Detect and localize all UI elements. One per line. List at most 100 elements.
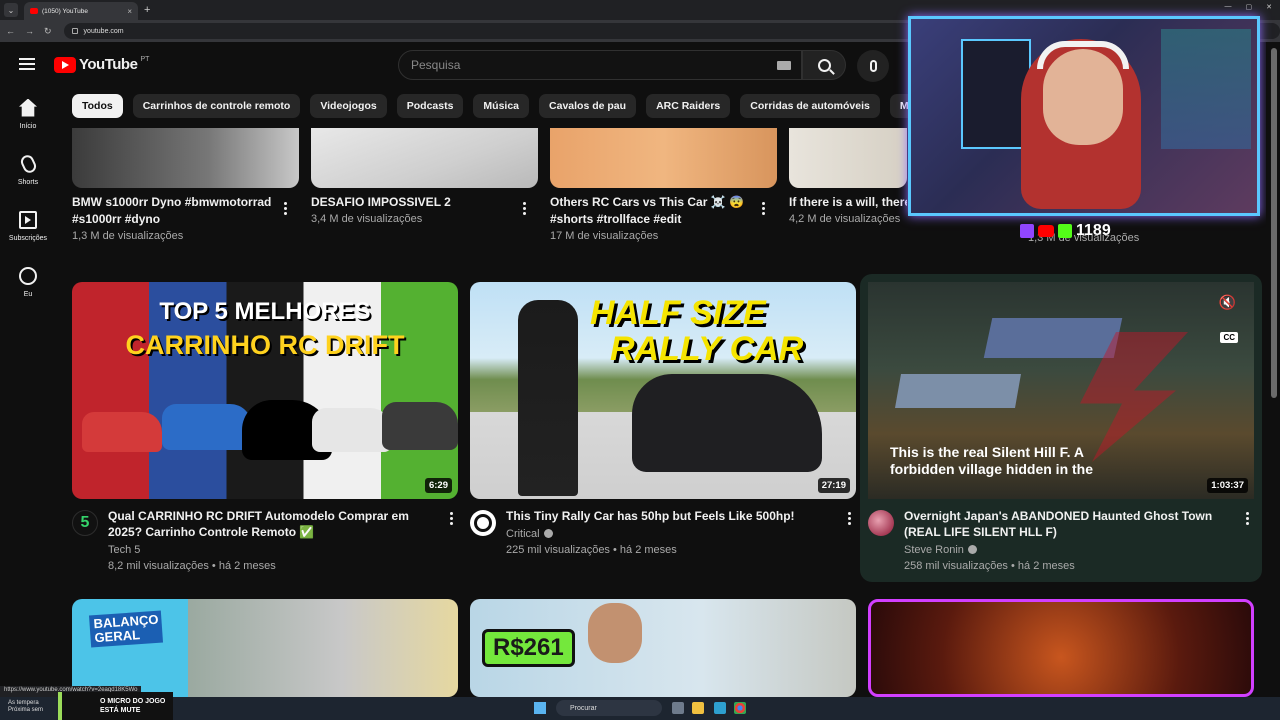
sidebar-item-home[interactable]: Início <box>0 86 56 142</box>
site-info-icon[interactable] <box>71 28 78 34</box>
window-controls: — ▢ ✕ <box>1225 3 1273 11</box>
video-duration: 1:03:37 <box>1207 478 1248 493</box>
video-meta: 258 mil visualizações • há 2 meses <box>904 560 1075 572</box>
sidebar-item-shorts[interactable]: Shorts <box>0 142 56 198</box>
video-thumbnail[interactable]: BALANÇO GERAL <box>72 599 458 697</box>
thumbnail-headline: BALANÇO GERAL <box>88 610 164 648</box>
menu-icon[interactable] <box>19 58 35 70</box>
browser-tab[interactable]: (1050) YouTube × <box>24 2 138 20</box>
channel-name[interactable]: Tech 5 <box>108 544 140 556</box>
view-counter: 1189 <box>1020 222 1111 240</box>
channel-avatar[interactable] <box>868 510 894 536</box>
search-button[interactable] <box>802 50 846 80</box>
short-card[interactable]: DESAFIO IMPOSSIVEL 2 3,4 M de visualizaç… <box>311 128 538 225</box>
channel-name[interactable]: Steve Ronin <box>904 544 977 556</box>
chip[interactable]: Corridas de automóveis <box>740 94 880 118</box>
sidebar-item-subscriptions[interactable]: Subscrições <box>0 198 56 254</box>
minimize-icon[interactable]: — <box>1225 3 1232 11</box>
short-card[interactable]: BMW s1000rr Dyno #bmwmotorrad #s1000rr #… <box>72 128 299 242</box>
forward-icon[interactable]: → <box>25 26 34 36</box>
more-options-icon[interactable] <box>523 202 527 217</box>
video-meta: 8,2 mil visualizações • há 2 meses <box>108 560 276 572</box>
video-card[interactable] <box>868 599 1254 697</box>
taskbar-search[interactable]: Procurar <box>556 700 662 716</box>
kick-icon <box>1058 224 1072 238</box>
keyboard-icon[interactable] <box>777 61 791 70</box>
chip[interactable]: Cavalos de pau <box>539 94 637 118</box>
windows-start-icon[interactable] <box>534 702 546 714</box>
more-options-icon[interactable] <box>284 202 288 217</box>
video-card[interactable]: TOP 5 MELHORES CARRINHO RC DRIFT 6:29 5 … <box>72 282 458 572</box>
reload-icon[interactable]: ↻ <box>44 26 52 37</box>
close-window-icon[interactable]: ✕ <box>1266 3 1272 11</box>
more-options-icon[interactable] <box>848 512 852 527</box>
youtube-favicon-icon <box>30 8 38 14</box>
more-options-icon[interactable] <box>450 512 454 527</box>
verified-icon <box>543 529 553 538</box>
sidebar-item-label: Eu <box>23 290 33 298</box>
mute-icon[interactable]: 🔇 <box>1219 294 1236 311</box>
video-thumbnail[interactable]: HALF SIZE RALLY CAR 27:19 <box>470 282 856 499</box>
short-views: 3,4 M de visualizações <box>311 213 423 225</box>
video-thumbnail[interactable] <box>868 599 1254 697</box>
video-title[interactable]: Qual CARRINHO RC DRIFT Automodelo Compra… <box>108 508 438 540</box>
chip[interactable]: Videojogos <box>310 94 387 118</box>
filter-chips: Todos Carrinhos de controle remoto Video… <box>72 94 986 118</box>
video-thumbnail[interactable]: TOP 5 MELHORES CARRINHO RC DRIFT 6:29 <box>72 282 458 499</box>
short-thumbnail[interactable] <box>789 128 907 188</box>
short-thumbnail[interactable] <box>72 128 299 188</box>
more-options-icon[interactable] <box>1246 512 1250 527</box>
video-card[interactable]: R$261 <box>470 599 856 697</box>
maximize-icon[interactable]: ▢ <box>1246 3 1253 11</box>
short-title[interactable]: If there is a will, there <box>789 194 907 211</box>
youtube-logo[interactable]: YouTube PT <box>54 56 149 73</box>
sidebar-item-label: Início <box>19 122 37 130</box>
tab-close-button[interactable]: × <box>127 7 132 16</box>
viewer-count: 1189 <box>1076 222 1111 239</box>
scrollbar-thumb[interactable] <box>1271 48 1277 398</box>
chip-all[interactable]: Todos <box>72 94 123 118</box>
chip[interactable]: Podcasts <box>396 94 464 118</box>
video-thumbnail[interactable]: R$261 <box>470 599 856 697</box>
tab-menu-button[interactable]: ⌄ <box>4 3 18 17</box>
new-tab-button[interactable]: + <box>144 4 150 16</box>
shorts-icon <box>18 152 38 175</box>
short-thumbnail[interactable] <box>550 128 777 188</box>
chrome-icon[interactable] <box>734 702 746 714</box>
chip[interactable]: Música <box>473 94 530 118</box>
sidebar-item-you[interactable]: Eu <box>0 254 56 310</box>
store-icon[interactable] <box>714 702 726 714</box>
thumbnail-headline: RALLY CAR <box>610 330 804 368</box>
logo-text: YouTube <box>79 56 138 73</box>
short-card[interactable]: If there is a will, there 4,2 M de visua… <box>789 128 907 225</box>
video-title[interactable]: Overnight Japan's ABANDONED Haunted Ghos… <box>904 508 1244 540</box>
short-card[interactable]: Others RC Cars vs This Car ☠️ 😨 #shorts … <box>550 128 777 242</box>
video-preview[interactable]: 🔇 CC This is the real Silent Hill F. A f… <box>868 282 1254 499</box>
more-options-icon[interactable] <box>762 202 766 217</box>
video-card[interactable]: HALF SIZE RALLY CAR 27:19 This Tiny Rall… <box>470 282 856 556</box>
channel-name[interactable]: Critical <box>506 528 553 540</box>
short-title[interactable]: BMW s1000rr Dyno #bmwmotorrad #s1000rr #… <box>72 194 272 228</box>
task-view-icon[interactable] <box>672 702 684 714</box>
subscriptions-icon <box>19 210 37 229</box>
video-title[interactable]: This Tiny Rally Car has 50hp but Feels L… <box>506 508 836 524</box>
voice-search-button[interactable] <box>857 50 889 82</box>
chip[interactable]: Carrinhos de controle remoto <box>132 94 301 118</box>
captions-icon[interactable]: CC <box>1220 332 1238 343</box>
back-icon[interactable]: ← <box>6 26 15 36</box>
chip[interactable]: ARC Raiders <box>646 94 731 118</box>
mini-guide: Início Shorts Subscrições Eu <box>0 86 56 310</box>
video-card[interactable]: BALANÇO GERAL <box>72 599 458 697</box>
short-thumbnail[interactable] <box>311 128 538 188</box>
weather-widget[interactable]: As tempera Próxima sem <box>8 700 43 714</box>
short-title[interactable]: DESAFIO IMPOSSIVEL 2 <box>311 194 511 211</box>
channel-avatar[interactable]: 5 <box>72 510 98 536</box>
weather-subtext: Próxima sem <box>8 707 44 713</box>
short-views: 17 M de visualizações <box>550 230 659 242</box>
file-explorer-icon[interactable] <box>692 702 704 714</box>
short-title[interactable]: Others RC Cars vs This Car ☠️ 😨 #shorts … <box>550 194 750 228</box>
search-input[interactable] <box>411 58 771 72</box>
channel-avatar[interactable] <box>470 510 496 536</box>
youtube-play-icon <box>54 56 76 73</box>
video-card[interactable]: 🔇 CC This is the real Silent Hill F. A f… <box>868 282 1254 572</box>
